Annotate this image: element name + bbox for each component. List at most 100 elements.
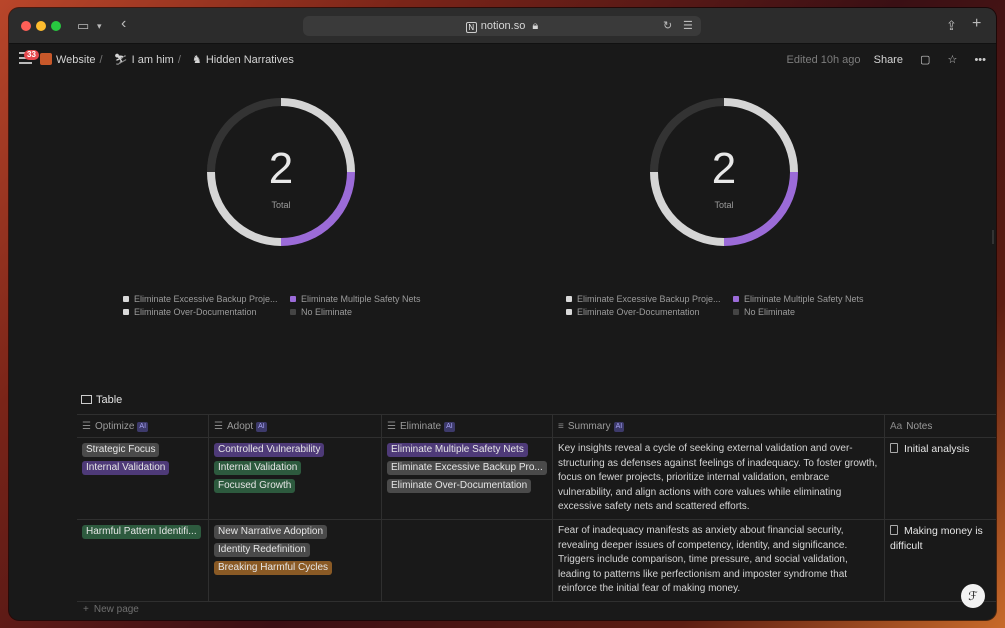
horse-icon: ♞ bbox=[191, 54, 202, 66]
help-icon[interactable]: ℱ bbox=[961, 584, 985, 608]
legend-swatch bbox=[566, 296, 572, 302]
legend-item[interactable]: No Eliminate bbox=[733, 307, 795, 317]
donut-chart-2: 2 Total bbox=[648, 96, 800, 248]
table-icon bbox=[81, 395, 92, 404]
legend-swatch bbox=[123, 309, 129, 315]
donut-total-label: Total bbox=[271, 200, 291, 210]
breadcrumb-item[interactable]: I am him bbox=[132, 54, 174, 66]
list-icon: ☰ bbox=[82, 421, 91, 432]
tag: Focused Growth bbox=[214, 479, 296, 493]
table-row[interactable]: Harmful Pattern Identifi... New Narrativ… bbox=[77, 520, 996, 602]
text-lines-icon: ≡ bbox=[558, 421, 564, 432]
plus-icon: + bbox=[83, 604, 89, 615]
new-page-button[interactable]: + New page bbox=[83, 604, 139, 615]
ai-badge: AI bbox=[256, 422, 267, 432]
browser-titlebar: ▭ ▾ ‹ Nnotion.so 🔒︎ ↻ ☰ ⇪ + bbox=[9, 8, 996, 44]
cell-adopt[interactable]: Controlled Vulnerability Internal Valida… bbox=[209, 438, 382, 519]
ai-badge: AI bbox=[137, 422, 149, 432]
cell-summary[interactable]: Key insights reveal a cycle of seeking e… bbox=[553, 438, 885, 519]
table-view-tab[interactable]: Table bbox=[81, 394, 122, 406]
reader-icon[interactable]: ☰ bbox=[683, 16, 693, 36]
legend-swatch bbox=[290, 309, 296, 315]
tag: Strategic Focus bbox=[82, 443, 160, 457]
back-arrow-icon[interactable]: ‹ bbox=[121, 15, 126, 33]
list-icon: ☰ bbox=[214, 421, 223, 432]
ai-badge: AI bbox=[613, 422, 625, 432]
breadcrumb-item[interactable]: Website bbox=[56, 54, 96, 66]
title-property-icon: Aa bbox=[890, 421, 903, 432]
ai-badge: AI bbox=[444, 422, 455, 432]
table-header: ☰ Optimize AI ☰ Adopt AI ☰ Eliminate AI ≡ Summa… bbox=[77, 415, 996, 438]
tag: Internal Validation bbox=[82, 461, 170, 475]
cell-eliminate[interactable]: Eliminate Multiple Safety Nets Eliminate… bbox=[382, 438, 553, 519]
cell-optimize[interactable]: Harmful Pattern Identifi... bbox=[77, 520, 209, 601]
table-row[interactable]: Strategic Focus Internal Validation Cont… bbox=[77, 438, 996, 520]
scrollbar-handle[interactable] bbox=[992, 230, 994, 244]
browser-window: ▭ ▾ ‹ Nnotion.so 🔒︎ ↻ ☰ ⇪ + 33 Website / … bbox=[9, 8, 996, 620]
notion-topbar: 33 Website / ⛷︎ I am him / ♞ Hidden Narrativ… bbox=[9, 44, 996, 76]
minimize-window-button[interactable] bbox=[36, 21, 46, 31]
tag: Controlled Vulnerability bbox=[214, 443, 325, 457]
star-icon[interactable]: ☆ bbox=[948, 54, 958, 66]
maximize-window-button[interactable] bbox=[51, 21, 61, 31]
donut-total-value: 2 bbox=[268, 144, 294, 193]
column-header-notes[interactable]: Aa Notes bbox=[885, 415, 996, 437]
donut-chart-1: 2 Total bbox=[205, 96, 357, 248]
lock-icon: 🔒︎ bbox=[532, 20, 539, 32]
legend-swatch bbox=[123, 296, 129, 302]
tag: Breaking Harmful Cycles bbox=[214, 561, 333, 575]
new-tab-icon[interactable]: + bbox=[972, 15, 981, 33]
row-title[interactable]: Initial analysis bbox=[904, 443, 969, 455]
tag: Eliminate Multiple Safety Nets bbox=[387, 443, 528, 457]
url-text: notion.so bbox=[480, 20, 526, 32]
page-icon bbox=[890, 443, 898, 453]
person-icon: ⛷︎ bbox=[113, 54, 128, 66]
legend-item[interactable]: No Eliminate bbox=[290, 307, 352, 317]
cell-optimize[interactable]: Strategic Focus Internal Validation bbox=[77, 438, 209, 519]
house-icon bbox=[40, 53, 52, 65]
donut-total-label: Total bbox=[714, 200, 734, 210]
legend-item[interactable]: Eliminate Multiple Safety Nets bbox=[290, 294, 421, 304]
notification-badge: 33 bbox=[24, 50, 39, 60]
legend-item[interactable]: Eliminate Over-Documentation bbox=[123, 307, 257, 317]
notion-favicon-icon: N bbox=[465, 22, 477, 33]
reload-icon[interactable]: ↻ bbox=[663, 16, 672, 36]
tag: Identity Redefinition bbox=[214, 543, 310, 557]
legend-item[interactable]: Eliminate Excessive Backup Proje... bbox=[566, 294, 721, 304]
tag: Internal Validation bbox=[214, 461, 302, 475]
breadcrumb-item[interactable]: Hidden Narratives bbox=[206, 54, 294, 66]
share-button[interactable]: Share bbox=[874, 54, 903, 66]
share-icon[interactable]: ⇪ bbox=[946, 17, 957, 35]
tag: Eliminate Over-Documentation bbox=[387, 479, 532, 493]
comment-icon[interactable]: ▢ bbox=[920, 54, 930, 66]
tag: New Narrative Adoption bbox=[214, 525, 328, 539]
legend-swatch bbox=[290, 296, 296, 302]
legend-item[interactable]: Eliminate Over-Documentation bbox=[566, 307, 700, 317]
legend-swatch bbox=[733, 296, 739, 302]
column-header-summary[interactable]: ≡ Summary AI bbox=[553, 415, 885, 437]
donut-total-value: 2 bbox=[711, 144, 737, 193]
legend-swatch bbox=[566, 309, 572, 315]
sidebar-toggle-icon[interactable]: ▭ bbox=[77, 17, 89, 35]
row-title[interactable]: Making money is difficult bbox=[890, 525, 983, 552]
page-icon bbox=[890, 525, 898, 535]
database-table: ☰ Optimize AI ☰ Adopt AI ☰ Eliminate AI ≡ Summa… bbox=[77, 414, 996, 602]
legend-item[interactable]: Eliminate Multiple Safety Nets bbox=[733, 294, 864, 304]
legend-swatch bbox=[733, 309, 739, 315]
breadcrumb: Website / ⛷︎ I am him / ♞ Hidden Narratives bbox=[40, 53, 294, 66]
close-window-button[interactable] bbox=[21, 21, 31, 31]
cell-adopt[interactable]: New Narrative Adoption Identity Redefini… bbox=[209, 520, 382, 601]
address-bar[interactable]: Nnotion.so 🔒︎ ↻ ☰ bbox=[303, 16, 701, 36]
column-header-eliminate[interactable]: ☰ Eliminate AI bbox=[382, 415, 553, 437]
list-icon: ☰ bbox=[387, 421, 396, 432]
chevron-down-icon[interactable]: ▾ bbox=[97, 17, 102, 35]
more-options-icon[interactable]: ••• bbox=[974, 54, 986, 66]
edited-timestamp: Edited 10h ago bbox=[786, 54, 861, 66]
cell-notes[interactable]: Initial analysis bbox=[885, 438, 996, 519]
column-header-adopt[interactable]: ☰ Adopt AI bbox=[209, 415, 382, 437]
column-header-optimize[interactable]: ☰ Optimize AI bbox=[77, 415, 209, 437]
tag: Eliminate Excessive Backup Pro... bbox=[387, 461, 547, 475]
cell-eliminate[interactable] bbox=[382, 520, 553, 601]
cell-summary[interactable]: Fear of inadequacy manifests as anxiety … bbox=[553, 520, 885, 601]
legend-item[interactable]: Eliminate Excessive Backup Proje... bbox=[123, 294, 278, 304]
